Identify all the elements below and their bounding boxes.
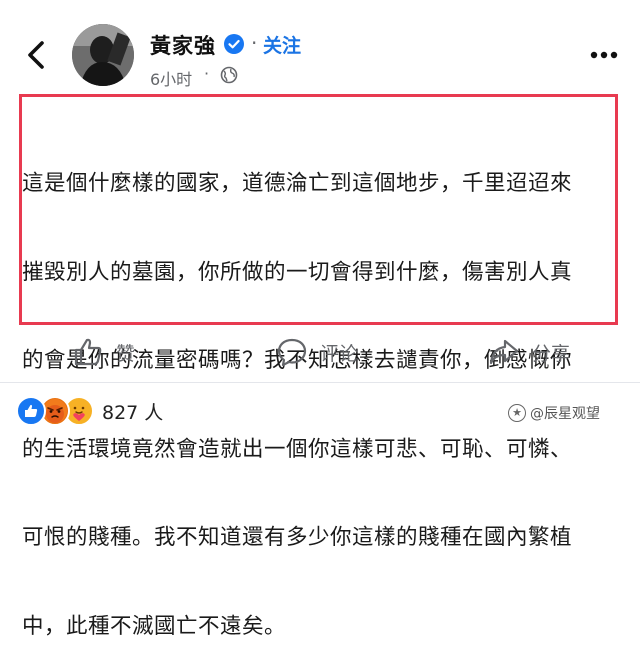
like-reaction-icon [16,396,46,426]
chevron-left-icon[interactable] [22,38,50,72]
share-label: 分享 [532,342,571,365]
comment-button[interactable]: 评论 [276,332,358,372]
thumbs-up-icon [74,338,102,366]
separator-dot-2: · [204,64,210,83]
action-bar: 赞 评论 分享 [0,330,640,376]
post-line: 可恨的賤種。我不知道還有多少你這樣的賤種在國內繁植 [22,525,573,550]
reactions-summary[interactable]: 827 人 [16,396,163,426]
separator-dot: · [251,31,258,55]
avatar-photo [72,24,134,86]
post-body: 這是個什麼樣的國家，道德淪亡到這個地步，千里迢迢來 摧毀別人的墓園，你所做的一切… [22,110,622,671]
post-line: 的生活環境竟然會造就出一個你這樣可悲、可恥、可憐、 [22,436,573,462]
share-icon [489,339,519,365]
like-button[interactable]: 赞 [72,332,135,372]
verified-badge-icon [224,34,244,54]
post-line: 摧毀別人的墓園，你所做的一切會得到什麼，傷害別人真 [22,259,573,285]
like-label: 赞 [116,342,136,365]
share-button[interactable]: 分享 [488,332,570,372]
watermark: ★ @辰星观望 [508,403,600,423]
follow-button[interactable]: 关注 [263,31,301,58]
avatar[interactable] [72,24,134,86]
post-line: 這是個什麼樣的國家，道德淪亡到這個地步，千里迢迢來 [22,171,573,196]
reaction-count: 827 人 [102,401,164,424]
post-header: 黃家強 · 关注 6小时 · [0,0,640,96]
more-dots-icon[interactable] [586,40,622,70]
post-timestamp[interactable]: 6小时 [150,66,192,90]
divider [0,382,640,383]
watermark-text: @辰星观望 [530,406,600,422]
author-name[interactable]: 黃家強 [150,30,216,60]
post-line: 中，此種不滅國亡不遠矣。 [22,613,287,639]
comment-label: 评论 [320,342,359,365]
globe-icon [220,66,238,84]
watermark-logo-icon: ★ [508,404,526,422]
comment-icon [277,338,307,367]
